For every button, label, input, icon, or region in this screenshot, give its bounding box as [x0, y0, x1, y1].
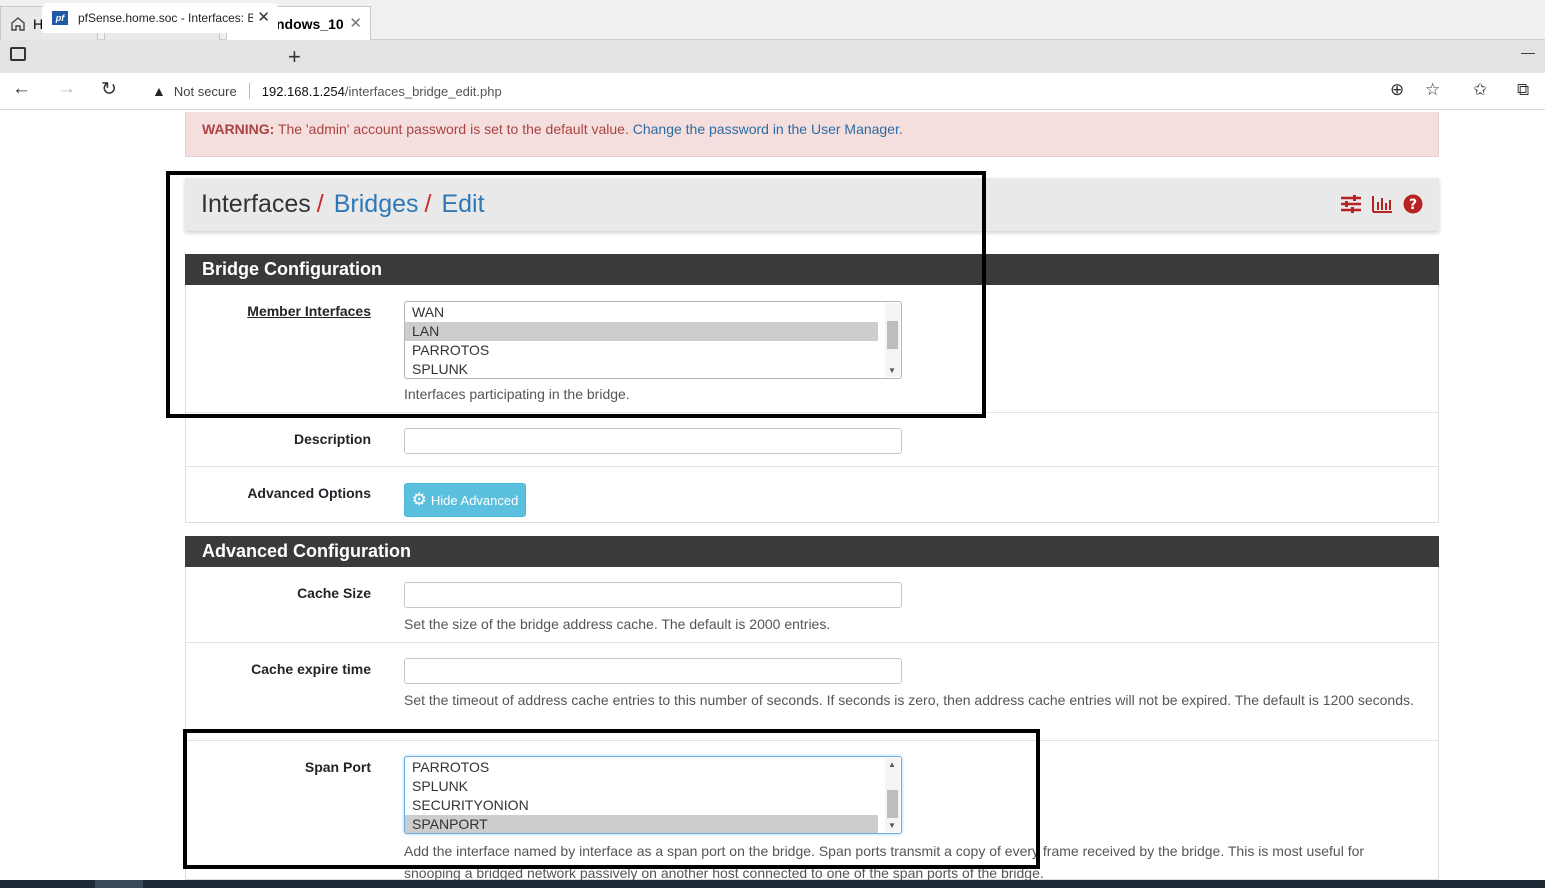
warning-icon: ▲ — [152, 83, 166, 99]
home-icon — [9, 16, 27, 32]
refresh-icon[interactable]: ↻ — [101, 78, 117, 101]
cache-size-help: Set the size of the bridge address cache… — [404, 616, 831, 632]
status-chart-icon[interactable] — [1371, 194, 1393, 220]
security-status: Not secure — [173, 83, 237, 99]
browser-tab-bar — [0, 40, 1545, 73]
collections-icon[interactable]: ⧉ — [1517, 80, 1529, 100]
browser-tab[interactable]: pf pfSense.home.soc - Interfaces: B ✕ — [42, 3, 278, 33]
favorites-icon[interactable]: ✩ — [1473, 80, 1487, 100]
hide-advanced-button[interactable]: ⚙ Hide Advanced — [404, 483, 526, 517]
url-path: /interfaces_bridge_edit.php — [344, 83, 502, 99]
user-manager-link[interactable]: Change the password in the User Manager. — [633, 121, 903, 137]
gear-icon: ⚙ — [411, 490, 427, 509]
cache-expire-input[interactable] — [404, 658, 902, 684]
default-password-alert: WARNING: The 'admin' account password is… — [185, 112, 1439, 157]
url-divider — [248, 83, 250, 99]
close-icon[interactable]: ✕ — [257, 8, 270, 26]
back-icon[interactable]: ← — [12, 78, 31, 100]
minimize-icon[interactable]: — — [1521, 44, 1535, 60]
new-tab-icon[interactable]: + — [288, 44, 301, 70]
add-favorite-icon[interactable]: ☆ — [1425, 80, 1440, 100]
help-icon[interactable]: ? — [1403, 194, 1423, 220]
taskbar — [0, 880, 1545, 888]
cache-expire-label: Cache expire time — [251, 661, 371, 677]
zoom-icon[interactable]: ⊕ — [1390, 80, 1404, 100]
close-icon[interactable]: ✕ — [349, 14, 362, 32]
advanced-config-heading: Advanced Configuration — [185, 536, 1439, 567]
url-host: 192.168.1.254 — [261, 83, 345, 99]
url-field[interactable]: ▲ Not secure 192.168.1.254 /interfaces_b… — [140, 77, 1460, 105]
highlight-box-bridge — [166, 171, 986, 418]
settings-sliders-icon[interactable] — [1340, 194, 1362, 220]
alert-text: The 'admin' account password is set to t… — [277, 121, 629, 137]
svg-text:?: ? — [1409, 197, 1417, 213]
description-input[interactable] — [404, 428, 902, 454]
pfsense-favicon-icon: pf — [52, 11, 68, 25]
cache-size-input[interactable] — [404, 582, 902, 608]
hide-advanced-label: Hide Advanced — [430, 492, 519, 508]
row-divider — [186, 642, 1438, 643]
description-label: Description — [293, 431, 371, 447]
cache-expire-help: Set the timeout of address cache entries… — [404, 692, 1414, 708]
browser-tab-title: pfSense.home.soc - Interfaces: B — [78, 11, 253, 25]
highlight-box-span-port — [183, 729, 1040, 869]
cache-size-label: Cache Size — [297, 585, 371, 601]
row-divider — [186, 466, 1438, 467]
taskbar-item[interactable] — [95, 880, 143, 888]
forward-icon[interactable]: → — [57, 78, 76, 100]
tab-actions-icon[interactable] — [10, 47, 26, 61]
alert-label: WARNING: — [202, 121, 275, 137]
advanced-options-label: Advanced Options — [247, 485, 371, 501]
